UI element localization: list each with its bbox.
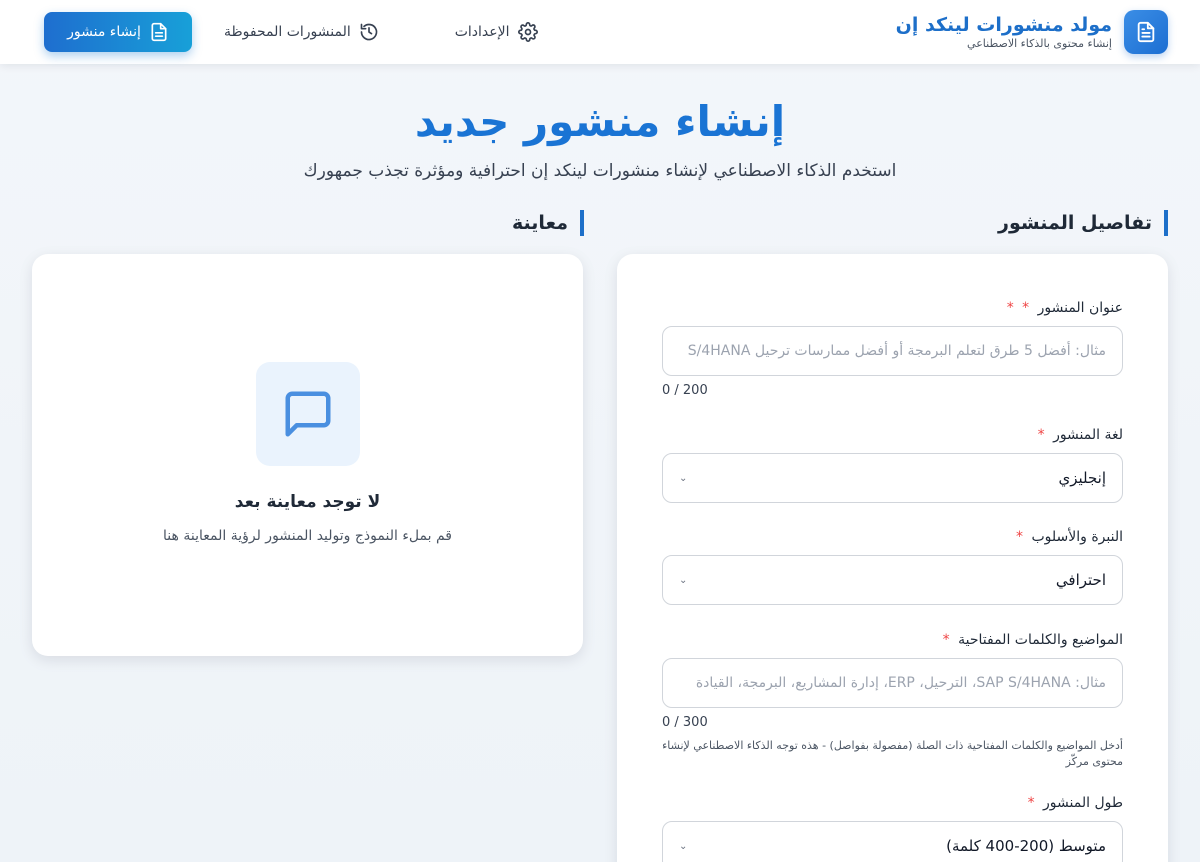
post-title-field: عنوان المنشور * * مثال: أفضل 5 طرق لتعلم…: [662, 298, 1123, 400]
post-topics-label: المواضيع والكلمات المفتاحية *: [942, 632, 1123, 648]
preview-heading: معاينة: [512, 210, 584, 236]
post-title-counter: 0 / 200: [662, 383, 708, 398]
brand-title: مولد منشورات لينكد إن: [895, 14, 1112, 36]
post-title-placeholder: مثال: أفضل 5 طرق لتعلم البرمجة أو أفضل م…: [687, 343, 1106, 359]
message-icon: [256, 362, 360, 466]
required-mark: *: [1027, 795, 1035, 811]
brand-subtitle: إنشاء محتوى بالذكاء الاصطناعي: [967, 37, 1112, 50]
post-language-label: لغة المنشور *: [1037, 427, 1123, 443]
empty-preview-subtitle: قم بملء النموذج وتوليد المنشور لرؤية الم…: [163, 528, 452, 544]
required-mark: *: [942, 632, 950, 648]
post-language-select[interactable]: إنجليزي ⌄: [662, 453, 1123, 503]
page-subtitle: استخدم الذكاء الاصطناعي لإنشاء منشورات ل…: [303, 161, 897, 181]
required-mark: *: [1016, 529, 1024, 545]
post-title-input[interactable]: مثال: أفضل 5 طرق لتعلم البرمجة أو أفضل م…: [662, 326, 1123, 376]
post-topics-placeholder: مثال: SAP S/4HANA، الترحيل، ERP، إدارة ا…: [695, 675, 1106, 691]
empty-preview-title: لا توجد معاينة بعد: [234, 492, 381, 512]
post-length-label: طول المنشور *: [1027, 795, 1123, 811]
post-tone-select[interactable]: احترافي ⌄: [662, 555, 1123, 605]
post-tone-field: النبرة والأسلوب * احترافي ⌄: [662, 527, 1123, 605]
chevron-down-icon: ⌄: [679, 840, 688, 852]
post-length-select[interactable]: متوسط (200-400 كلمة) ⌄: [662, 821, 1123, 862]
post-topics-input[interactable]: مثال: SAP S/4HANA، الترحيل، ERP، إدارة ا…: [662, 658, 1123, 708]
nav-create-label: إنشاء منشور: [67, 24, 141, 40]
post-language-field: لغة المنشور * إنجليزي ⌄: [662, 425, 1123, 503]
nav-settings-button[interactable]: الإعدادات: [439, 12, 554, 52]
post-details-heading: تفاصيل المنشور: [998, 210, 1168, 236]
document-icon: [149, 22, 169, 42]
history-icon: [359, 22, 379, 42]
brand[interactable]: مولد منشورات لينكد إن إنشاء محتوى بالذكا…: [896, 10, 1168, 54]
required-mark: *: [1022, 300, 1030, 316]
post-length-value: متوسط (200-400 كلمة): [946, 837, 1106, 855]
main-nav: إنشاء منشور المنشورات المحفوظة الإعدادات: [44, 12, 598, 52]
nav-saved-posts-button[interactable]: المنشورات المحفوظة: [208, 12, 395, 52]
nav-settings-label: الإعدادات: [454, 24, 510, 40]
post-topics-field: المواضيع والكلمات المفتاحية * مثال: SAP …: [662, 630, 1123, 770]
chevron-down-icon: ⌄: [679, 574, 688, 586]
post-tone-value: احترافي: [1055, 571, 1106, 589]
gear-icon: [517, 22, 538, 42]
preview-card: لا توجد معاينة بعد قم بملء النموذج وتولي…: [32, 254, 583, 656]
top-header: مولد منشورات لينكد إن إنشاء محتوى بالذكا…: [0, 0, 1200, 64]
chevron-down-icon: ⌄: [679, 472, 688, 484]
post-topics-hint: أدخل المواضيع والكلمات المفتاحية ذات الص…: [662, 739, 1123, 768]
post-details-card: عنوان المنشور * * مثال: أفضل 5 طرق لتعلم…: [617, 254, 1168, 862]
nav-saved-label: المنشورات المحفوظة: [224, 24, 351, 40]
brand-text: مولد منشورات لينكد إن إنشاء محتوى بالذكا…: [896, 13, 1112, 51]
nav-create-post-button[interactable]: إنشاء منشور: [44, 12, 192, 52]
required-mark: *: [1037, 427, 1045, 443]
post-length-field: طول المنشور * متوسط (200-400 كلمة) ⌄: [662, 793, 1123, 862]
document-icon: [1124, 10, 1168, 54]
post-topics-counter: 0 / 300: [662, 715, 708, 730]
post-language-value: إنجليزي: [1058, 469, 1106, 487]
post-tone-label: النبرة والأسلوب *: [1016, 529, 1123, 545]
post-title-label: عنوان المنشور * *: [1006, 300, 1123, 316]
page-title: إنشاء منشور جديد: [414, 97, 786, 146]
